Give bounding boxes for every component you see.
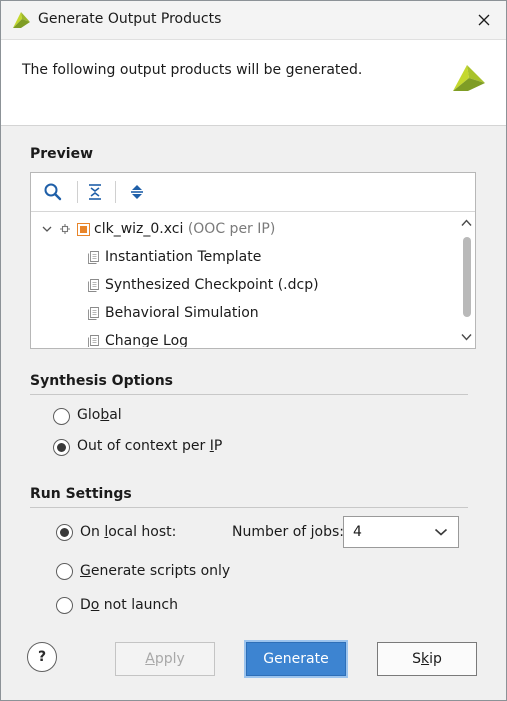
vivado-brand-icon	[453, 65, 485, 91]
run-settings-label: Run Settings	[30, 486, 132, 502]
tree-item-label: Instantiation Template	[105, 249, 262, 265]
ip-module-icon	[77, 223, 90, 236]
close-button[interactable]	[462, 1, 506, 39]
expand-all-icon[interactable]	[127, 182, 147, 202]
tree-item-label: Behavioral Simulation	[105, 305, 259, 321]
do-not-launch-radio-label[interactable]: Do not launch	[80, 597, 178, 613]
tree-root-row[interactable]: clk_wiz_0.xci (OOC per IP)	[31, 216, 458, 242]
header-banner: The following output products will be ge…	[1, 40, 506, 126]
out-of-context-radio[interactable]	[53, 439, 70, 456]
out-of-context-radio-label[interactable]: Out of context per IP	[77, 438, 222, 454]
ip-mode-suffix: (OOC per IP)	[187, 221, 276, 237]
skip-button[interactable]: Sk ip	[377, 642, 477, 676]
tree-item[interactable]: Synthesized Checkpoint (.dcp)	[31, 272, 458, 298]
section-divider	[30, 507, 468, 508]
document-icon	[88, 307, 99, 320]
collapse-all-icon[interactable]	[85, 182, 105, 202]
do-not-launch-radio[interactable]	[56, 597, 73, 614]
document-icon	[88, 279, 99, 292]
scroll-up-arrow-icon[interactable]	[461, 219, 472, 227]
global-radio[interactable]	[53, 408, 70, 425]
local-host-radio[interactable]	[56, 524, 73, 541]
number-of-jobs-value: 4	[353, 524, 362, 540]
close-icon	[478, 14, 490, 26]
output-products-tree: clk_wiz_0.xci (OOC per IP) Instantiation…	[31, 212, 458, 347]
tree-item-label: Synthesized Checkpoint (.dcp)	[105, 277, 319, 293]
ip-connector-icon	[60, 224, 70, 234]
toolbar-separator	[77, 181, 78, 203]
preview-label: Preview	[30, 146, 94, 162]
toolbar-separator	[115, 181, 116, 203]
header-message: The following output products will be ge…	[22, 62, 363, 78]
generate-scripts-radio-label[interactable]: Generate scripts only	[80, 563, 230, 579]
generate-scripts-radio[interactable]	[56, 563, 73, 580]
window-title: Generate Output Products	[38, 11, 222, 27]
preview-scrollbar[interactable]	[459, 213, 474, 347]
help-button[interactable]: ?	[27, 642, 57, 672]
vivado-logo-icon	[13, 12, 30, 28]
chevron-down-icon[interactable]	[42, 226, 52, 233]
tree-item[interactable]: Behavioral Simulation	[31, 300, 458, 326]
preview-toolbar	[31, 173, 475, 212]
tree-item-label: Change Log	[105, 333, 189, 347]
tree-item[interactable]: Change Log	[31, 328, 458, 347]
dialog-window: Generate Output Products The following o…	[0, 0, 507, 701]
number-of-jobs-label: Number of jobs:	[232, 524, 344, 540]
document-icon	[88, 335, 99, 347]
tree-item[interactable]: Instantiation Template	[31, 244, 458, 270]
section-divider	[30, 394, 468, 395]
scroll-down-arrow-icon[interactable]	[461, 333, 472, 341]
local-host-radio-label[interactable]: On local host:	[80, 524, 176, 540]
global-radio-label[interactable]: Global	[77, 407, 122, 423]
apply-button[interactable]: Apply	[115, 642, 215, 676]
generate-button[interactable]: Generate	[246, 642, 346, 676]
scrollbar-thumb[interactable]	[463, 237, 471, 317]
number-of-jobs-select[interactable]: 4	[343, 516, 459, 548]
search-icon[interactable]	[43, 182, 63, 202]
preview-panel: clk_wiz_0.xci (OOC per IP) Instantiation…	[30, 172, 476, 349]
tree-root-label: clk_wiz_0.xci (OOC per IP)	[94, 216, 275, 242]
document-icon	[88, 251, 99, 264]
chevron-down-icon	[434, 528, 448, 536]
ip-name: clk_wiz_0.xci	[94, 221, 184, 237]
help-icon: ?	[37, 649, 47, 665]
synthesis-options-label: Synthesis Options	[30, 373, 174, 389]
title-bar: Generate Output Products	[1, 1, 506, 40]
